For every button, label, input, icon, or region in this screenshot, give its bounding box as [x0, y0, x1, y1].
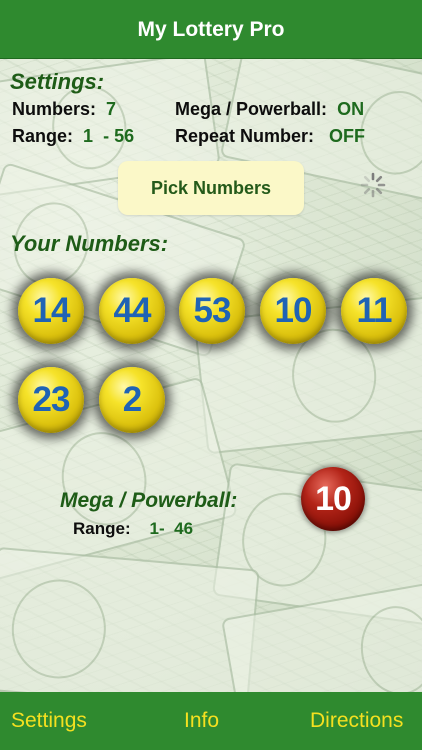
setting-repeat: Repeat Number: OFF: [175, 126, 365, 147]
setting-range-label: Range:: [12, 126, 74, 146]
mega-range: Range: 1- 46: [73, 519, 193, 539]
app-screen: My Lottery Pro Settings: Numbers: 7 Rang…: [0, 0, 422, 750]
setting-mega: Mega / Powerball: ON: [175, 99, 364, 120]
setting-mega-value: ON: [337, 99, 365, 119]
activity-spinner-icon: [360, 172, 386, 198]
lottery-ball-number: 2: [122, 380, 142, 419]
lottery-ball: 2: [99, 367, 165, 433]
mega-ball-number: 10: [315, 479, 352, 518]
toolbar-directions-button[interactable]: Directions: [310, 709, 403, 733]
mega-range-min: 1: [149, 519, 159, 538]
bottom-toolbar: Settings Info Directions: [0, 692, 422, 750]
lottery-ball-number: 10: [274, 291, 313, 330]
nav-header: My Lottery Pro: [0, 0, 422, 58]
setting-repeat-value: OFF: [329, 126, 366, 146]
setting-range-max: 56: [114, 126, 135, 146]
mega-powerball-heading: Mega / Powerball:: [60, 489, 238, 512]
setting-numbers-value: 7: [106, 99, 117, 119]
toolbar-settings-button[interactable]: Settings: [11, 709, 87, 733]
settings-heading: Settings:: [10, 69, 105, 94]
mega-powerball-ball: 10: [301, 467, 365, 531]
your-numbers-heading: Your Numbers:: [10, 231, 169, 256]
setting-range-min: 1: [83, 126, 94, 146]
lottery-ball-number: 23: [32, 380, 71, 419]
toolbar-info-button[interactable]: Info: [184, 709, 219, 733]
setting-range: Range: 1 - 56: [12, 126, 134, 147]
mega-range-max: 46: [174, 519, 194, 538]
lottery-ball: 23: [18, 367, 84, 433]
setting-mega-label: Mega / Powerball:: [175, 99, 328, 119]
pick-numbers-button[interactable]: Pick Numbers: [118, 161, 304, 215]
lottery-ball: 10: [260, 278, 326, 344]
lottery-ball-number: 44: [113, 291, 152, 330]
lottery-ball: 44: [99, 278, 165, 344]
mega-range-separator: -: [159, 519, 165, 538]
setting-numbers-label: Numbers:: [12, 99, 97, 119]
lottery-ball: 11: [341, 278, 407, 344]
setting-numbers: Numbers: 7: [12, 99, 116, 120]
lottery-ball: 53: [179, 278, 245, 344]
setting-repeat-label: Repeat Number:: [175, 126, 315, 146]
lottery-ball-number: 14: [32, 291, 71, 330]
lottery-ball: 14: [18, 278, 84, 344]
dollar-bill-decoration: [0, 546, 260, 692]
mega-range-label: Range:: [73, 519, 131, 538]
lottery-ball-number: 53: [193, 291, 232, 330]
app-title: My Lottery Pro: [137, 18, 285, 41]
lottery-ball-number: 11: [356, 291, 393, 330]
setting-range-separator: -: [103, 126, 110, 146]
